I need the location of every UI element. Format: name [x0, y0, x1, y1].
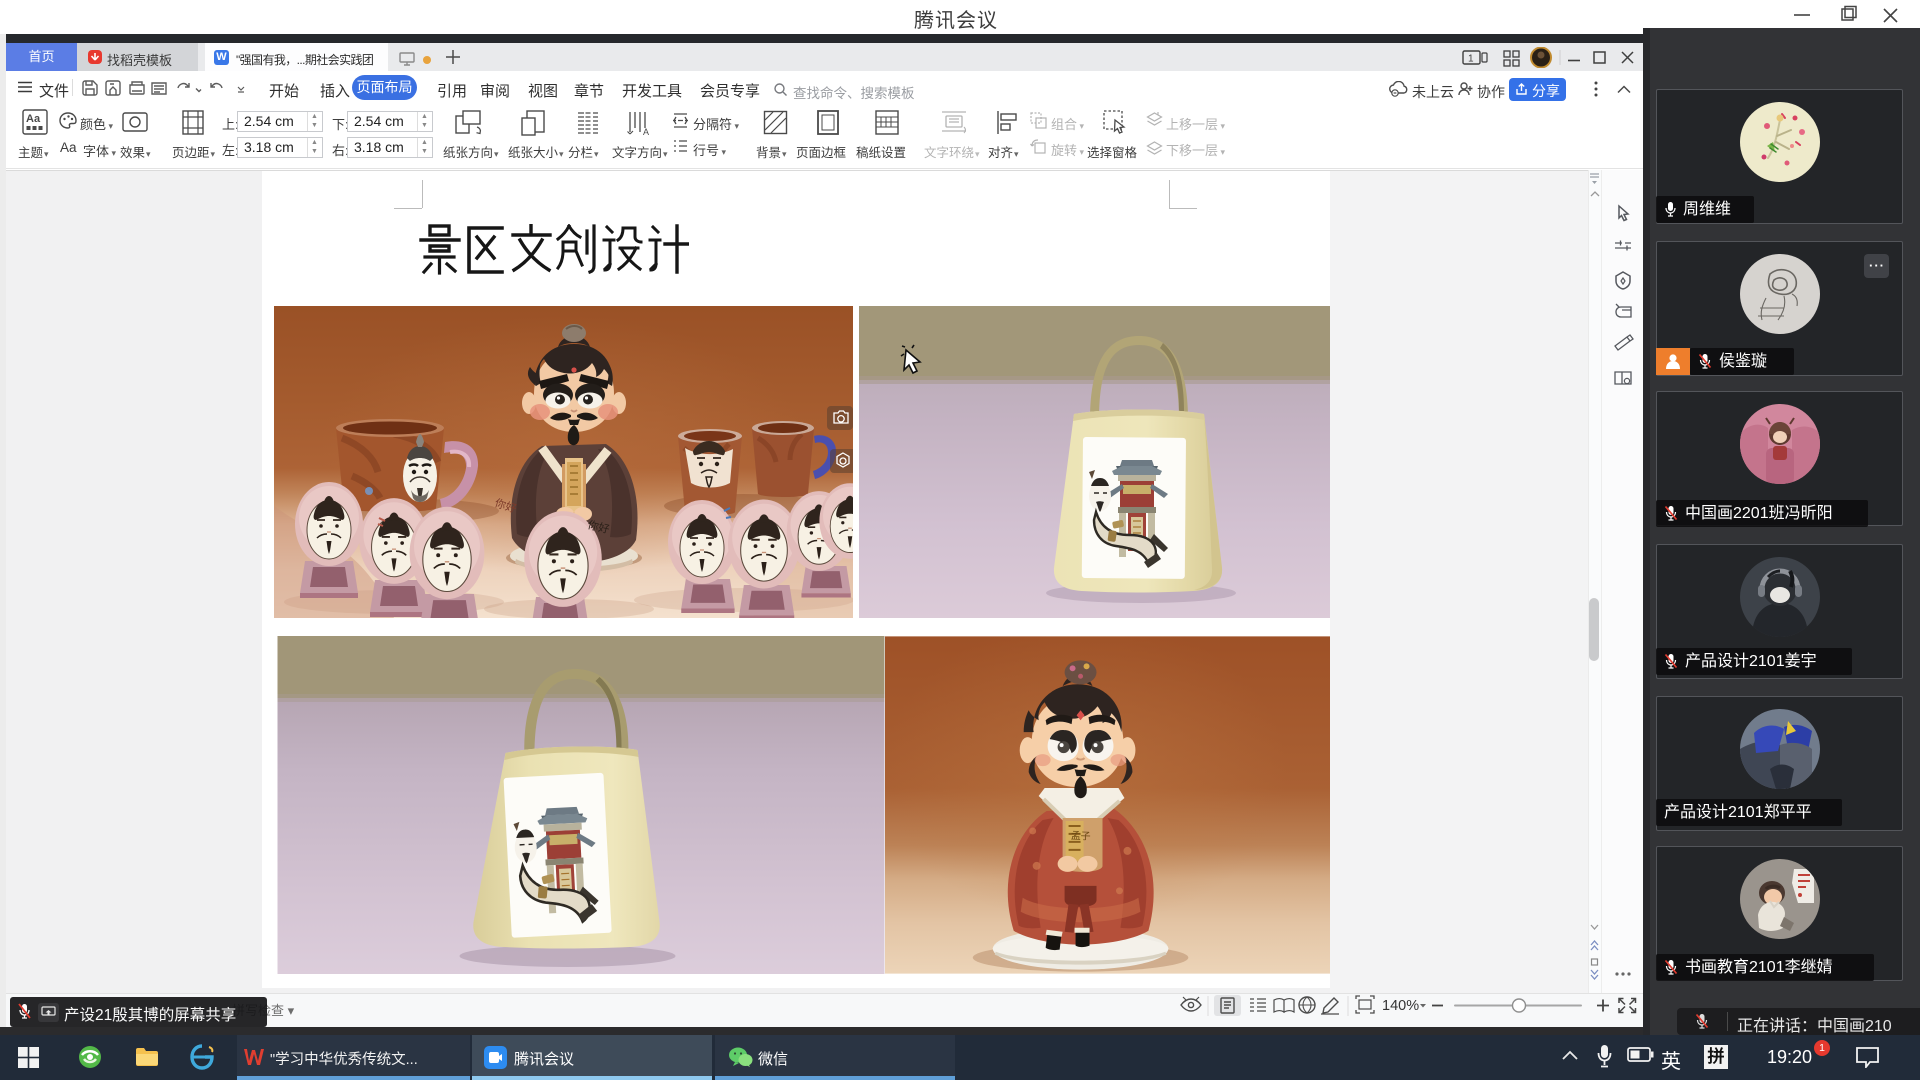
svg-text:A: A: [643, 127, 649, 136]
svg-text:孟子: 孟子: [1070, 830, 1090, 843]
svg-text:Aa: Aa: [26, 113, 41, 125]
svg-text:140%: 140%: [1382, 998, 1419, 1014]
svg-text:1: 1: [1468, 54, 1474, 65]
